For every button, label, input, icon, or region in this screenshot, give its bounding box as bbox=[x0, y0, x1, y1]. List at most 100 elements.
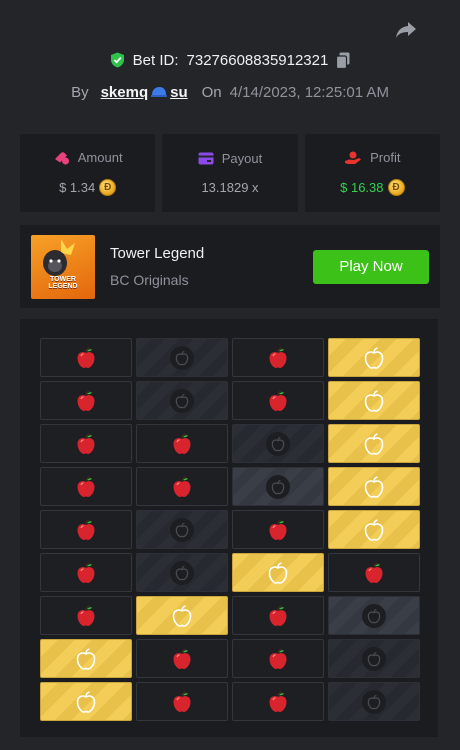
bet-header: Bet ID: 73276608835912321 By skemq su On… bbox=[0, 48, 460, 104]
tile-bad-apple bbox=[328, 596, 420, 635]
red-apple-icon bbox=[269, 518, 287, 540]
red-apple-icon bbox=[173, 690, 191, 712]
bet-id-label: Bet ID: bbox=[132, 51, 179, 69]
tile-bad-apple bbox=[232, 467, 324, 506]
red-apple-icon bbox=[269, 690, 287, 712]
tile-bad-apple bbox=[232, 424, 324, 463]
tile-bad-apple bbox=[328, 639, 420, 678]
bad-apple-icon bbox=[170, 560, 194, 585]
tile-apple bbox=[232, 596, 324, 635]
tile-gold bbox=[40, 682, 132, 721]
coin-icon: Đ bbox=[387, 179, 405, 196]
tile-gold bbox=[40, 639, 132, 678]
red-apple-icon bbox=[77, 604, 95, 626]
bad-apple-icon bbox=[170, 388, 194, 413]
payout-value: 13.1829 x bbox=[201, 180, 259, 195]
red-apple-icon bbox=[173, 647, 191, 669]
tile-apple bbox=[232, 381, 324, 420]
tile-apple bbox=[40, 467, 132, 506]
amount-stat: Amount $ 1.34 Đ bbox=[20, 134, 156, 212]
apple-outline-icon bbox=[364, 518, 384, 541]
coins-icon bbox=[54, 151, 69, 164]
hand-money-icon bbox=[345, 151, 362, 164]
tile-apple bbox=[136, 467, 228, 506]
wallet-icon bbox=[198, 152, 214, 165]
author-line: By skemq su On 4/14/2023, 12:25:01 AM bbox=[0, 80, 460, 104]
tile-apple bbox=[232, 510, 324, 549]
apple-outline-icon bbox=[364, 389, 384, 412]
username: skemq bbox=[100, 83, 149, 101]
amount-label: Amount bbox=[77, 150, 123, 165]
bad-apple-icon bbox=[362, 603, 386, 628]
red-apple-icon bbox=[173, 475, 191, 497]
tile-apple bbox=[136, 682, 228, 721]
tile-gold bbox=[328, 381, 420, 420]
tile-apple bbox=[136, 424, 228, 463]
bad-apple-icon bbox=[266, 474, 290, 499]
on-label: On bbox=[201, 83, 222, 101]
tile-grid bbox=[40, 338, 438, 721]
game-thumbnail[interactable]: TOWER LEGEND bbox=[31, 234, 95, 299]
tile-bad-apple bbox=[136, 381, 228, 420]
payout-stat: Payout 13.1829 x bbox=[162, 134, 298, 212]
apple-outline-icon bbox=[364, 432, 384, 455]
red-apple-icon bbox=[77, 346, 95, 368]
tile-apple bbox=[232, 338, 324, 377]
bet-id-line: Bet ID: 73276608835912321 bbox=[0, 48, 460, 72]
tile-apple bbox=[40, 510, 132, 549]
bad-apple-icon bbox=[266, 431, 290, 456]
red-apple-icon bbox=[269, 604, 287, 626]
red-apple-icon bbox=[77, 389, 95, 411]
shield-check-icon bbox=[110, 52, 124, 68]
red-apple-icon bbox=[269, 389, 287, 411]
tile-gold bbox=[136, 596, 228, 635]
tile-gold bbox=[328, 467, 420, 506]
tile-apple bbox=[232, 682, 324, 721]
bet-id-value: 73276608835912321 bbox=[186, 51, 329, 69]
share-button[interactable] bbox=[392, 16, 420, 44]
username-suffix: su bbox=[170, 83, 188, 101]
red-apple-icon bbox=[365, 561, 383, 583]
tile-bad-apple bbox=[328, 682, 420, 721]
apple-outline-icon bbox=[268, 561, 288, 584]
username-link[interactable]: skemq su bbox=[101, 84, 188, 101]
payout-label: Payout bbox=[221, 151, 263, 166]
tile-gold bbox=[328, 338, 420, 377]
bet-date: 4/14/2023, 12:25:01 AM bbox=[229, 83, 389, 101]
tile-apple bbox=[40, 424, 132, 463]
tile-bad-apple bbox=[136, 510, 228, 549]
cap-icon bbox=[151, 86, 168, 97]
bad-apple-icon bbox=[362, 689, 386, 714]
red-apple-icon bbox=[77, 518, 95, 540]
red-apple-icon bbox=[173, 432, 191, 454]
red-apple-icon bbox=[77, 561, 95, 583]
tile-apple bbox=[40, 596, 132, 635]
amount-value: $ 1.34 bbox=[59, 180, 96, 195]
apple-outline-icon bbox=[172, 604, 192, 627]
bad-apple-icon bbox=[170, 345, 194, 370]
by-label: By bbox=[71, 83, 89, 101]
game-card: TOWER LEGEND Tower Legend BC Originals P… bbox=[20, 225, 440, 308]
apple-outline-icon bbox=[76, 690, 96, 713]
tile-apple bbox=[40, 553, 132, 592]
bad-apple-icon bbox=[170, 517, 194, 542]
coin-icon: Đ bbox=[99, 179, 117, 196]
profit-stat: Profit $ 16.38 Đ bbox=[304, 134, 440, 212]
play-now-button[interactable]: Play Now bbox=[313, 249, 429, 284]
bad-apple-icon bbox=[362, 646, 386, 671]
tile-apple bbox=[40, 338, 132, 377]
red-apple-icon bbox=[269, 346, 287, 368]
game-board bbox=[20, 319, 438, 737]
apple-outline-icon bbox=[364, 475, 384, 498]
tile-apple bbox=[328, 553, 420, 592]
red-apple-icon bbox=[77, 432, 95, 454]
profit-value: $ 16.38 bbox=[340, 180, 384, 195]
game-title[interactable]: Tower Legend bbox=[110, 245, 204, 262]
tile-apple bbox=[232, 639, 324, 678]
copy-icon[interactable] bbox=[336, 52, 350, 69]
apple-outline-icon bbox=[76, 647, 96, 670]
tile-gold bbox=[328, 510, 420, 549]
red-apple-icon bbox=[269, 647, 287, 669]
thumb-text-2: LEGEND bbox=[48, 282, 78, 290]
share-icon bbox=[396, 22, 416, 38]
